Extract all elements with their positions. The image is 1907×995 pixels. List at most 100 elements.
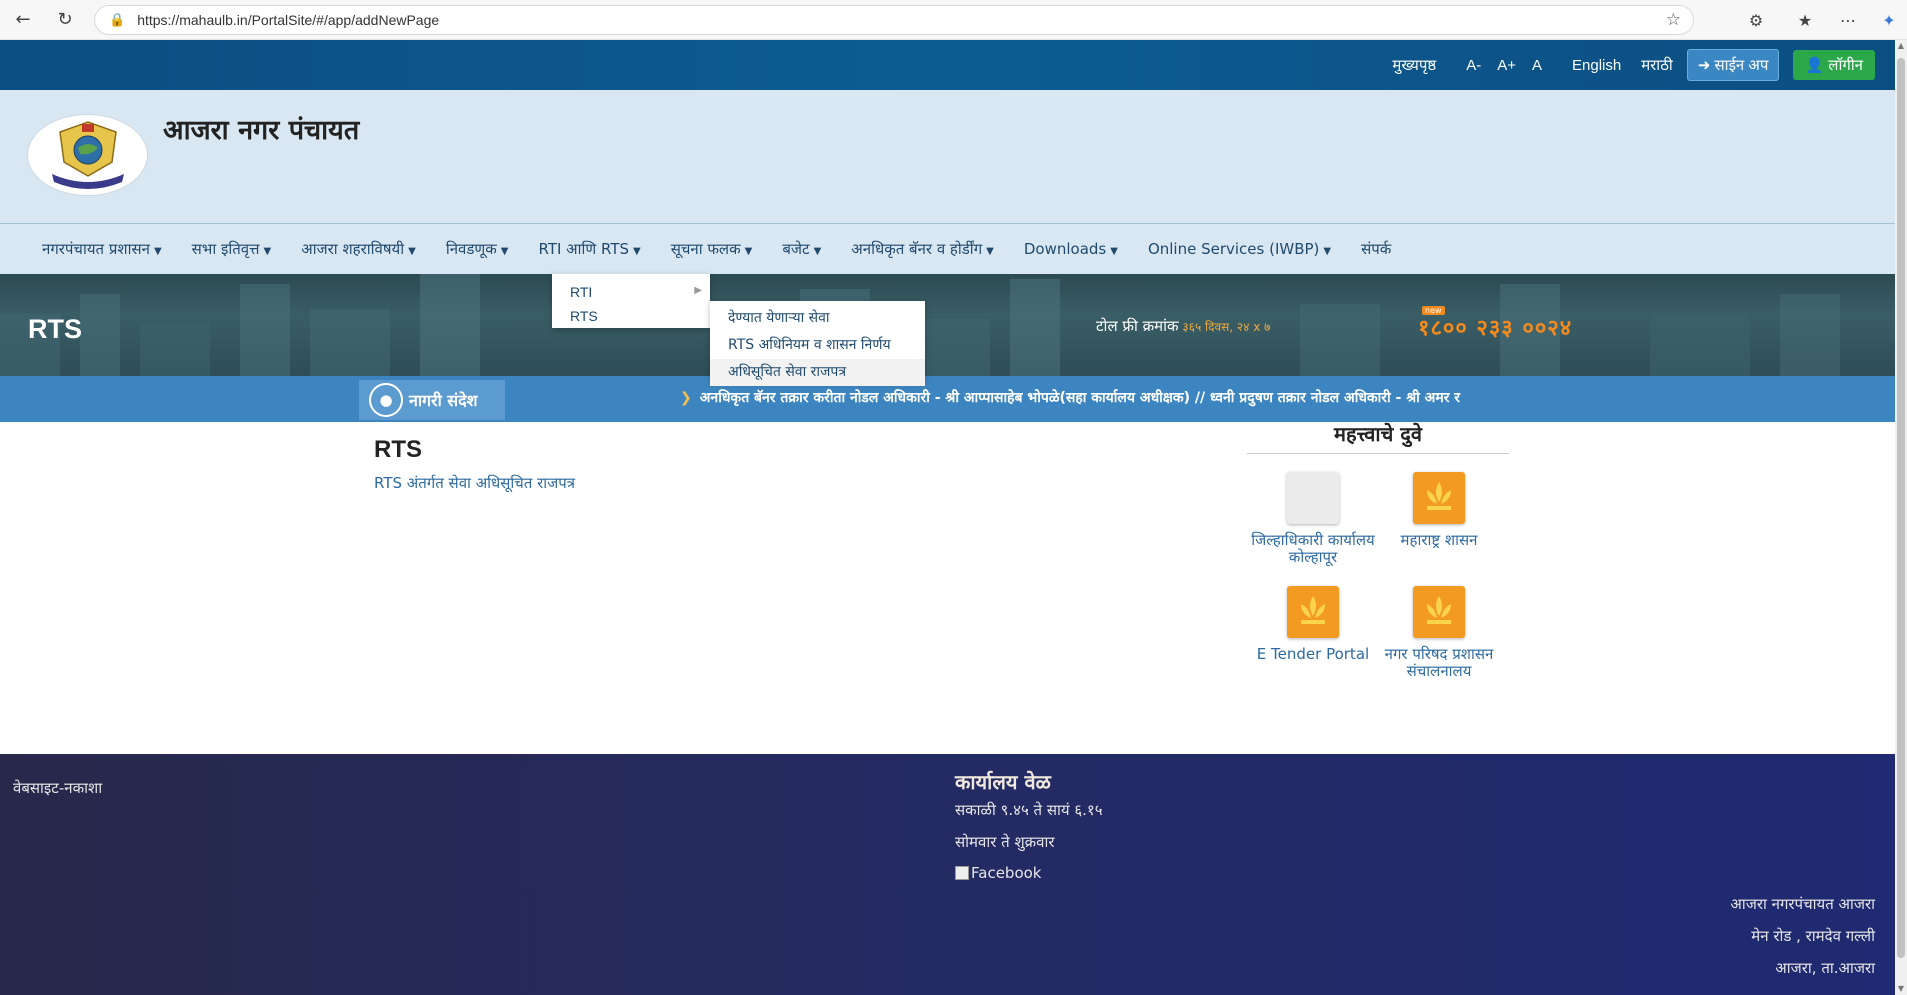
tile-label: जिल्हाधिकारी कार्यालय कोल्हापूर xyxy=(1251,531,1375,566)
directorate-emblem-icon xyxy=(1413,586,1465,638)
caret-down-icon: ▼ xyxy=(633,246,641,257)
office-hours-title: कार्यालय वेळ xyxy=(955,770,1051,794)
nav-online-services[interactable]: Online Services (IWBP) ▼ xyxy=(1148,240,1331,258)
facebook-label: Facebook xyxy=(971,864,1042,882)
gazette-link[interactable]: RTS अंतर्गत सेवा अधिसूचित राजपत्र xyxy=(374,473,575,493)
page-title: RTS xyxy=(374,436,422,463)
address-line: आजरा, ता.आजरा xyxy=(1775,959,1875,977)
caret-right-icon: ▶ xyxy=(694,285,702,296)
caret-down-icon: ▼ xyxy=(1323,246,1332,257)
english-link[interactable]: English xyxy=(1572,57,1621,74)
submenu-item-rts-act[interactable]: RTS अधिनियम व शासन निर्णय xyxy=(710,332,925,359)
main-navigation: नगरपंचायत प्रशासन ▼ सभा इतिवृत्त ▼ आजरा शह… xyxy=(0,224,1895,274)
back-icon[interactable]: ← xyxy=(10,7,36,33)
dropdown-label: RTS xyxy=(570,308,598,324)
scroll-up-icon[interactable]: ▲ xyxy=(1895,40,1907,52)
address-line: आजरा नगरपंचायत आजरा xyxy=(1730,895,1875,913)
caret-down-icon: ▼ xyxy=(1110,246,1118,257)
tile-label: नगर परिषद प्रशासन संचालनालय xyxy=(1384,645,1494,680)
nav-label: अनधिकृत बॅनर व होर्डींग xyxy=(851,240,983,258)
dropdown-item-rti[interactable]: RTI ▶ xyxy=(552,280,710,304)
address-line: मेन रोड , रामदेव गल्ली xyxy=(1751,927,1875,945)
favorite-star-icon[interactable]: ☆ xyxy=(1666,10,1681,30)
home-link[interactable]: मुख्यपृष्ठ xyxy=(1392,55,1436,75)
caret-down-icon: ▼ xyxy=(813,246,822,257)
scroll-down-icon[interactable]: ▼ xyxy=(1895,983,1907,995)
page-scrollbar[interactable]: ▲ ▼ xyxy=(1895,40,1907,995)
reload-icon[interactable]: ↻ xyxy=(52,7,78,33)
nav-banners-hoardings[interactable]: अनधिकृत बॅनर व होर्डींग ▼ xyxy=(851,239,994,259)
page-viewport: मुख्यपृष्ठ A- A+ A English मराठी ➜ साईन … xyxy=(0,40,1895,995)
nav-notice-board[interactable]: सूचना फलक ▼ xyxy=(671,239,753,259)
nav-elections[interactable]: निवडणूक ▼ xyxy=(446,239,509,259)
dropdown-label: RTI xyxy=(570,284,593,300)
page-banner: RTS टोल फ्री क्रमांक ३६५ दिवस, २४ x ७ new… xyxy=(0,274,1895,376)
marathi-link[interactable]: मराठी xyxy=(1641,55,1673,75)
submenu-item-gazette[interactable]: अधिसूचित सेवा राजपत्र xyxy=(710,359,925,386)
caret-down-icon: ▼ xyxy=(153,246,162,257)
link-municipal-directorate[interactable]: नगर परिषद प्रशासन संचालनालय xyxy=(1377,586,1501,680)
signin-arrow-icon: ➜ xyxy=(1697,57,1715,74)
facebook-link[interactable]: Facebook xyxy=(955,864,1041,882)
important-links: महत्त्वाचे दुवे जिल्हाधिकारी कार्यालय को… xyxy=(1247,420,1509,714)
tollfree-hours: ३६५ दिवस, २४ x ७ xyxy=(1182,320,1271,334)
banner-page-name: RTS xyxy=(28,314,82,344)
tile-label: महाराष्ट्र शासन xyxy=(1400,531,1478,549)
citizen-message-label-text: नागरी संदेश xyxy=(409,391,478,410)
nav-meeting-minutes[interactable]: सभा इतिवृत्त ▼ xyxy=(192,239,272,259)
login-button[interactable]: 👤 लॉगीन xyxy=(1793,50,1875,80)
sitemap-link[interactable]: वेबसाइट-नकाशा xyxy=(13,778,102,798)
link-maharashtra-govt[interactable]: महाराष्ट्र शासन xyxy=(1377,472,1501,549)
submenu-item-services[interactable]: देण्यात येणाऱ्या सेवा xyxy=(710,305,925,332)
nav-label: Online Services (IWBP) xyxy=(1147,240,1320,258)
url-text: https://mahaulb.in/PortalSite/#/app/addN… xyxy=(137,12,440,28)
scrollbar-thumb[interactable] xyxy=(1897,58,1905,958)
nav-administration[interactable]: नगरपंचायत प्रशासन ▼ xyxy=(42,239,162,259)
font-increase-link[interactable]: A+ xyxy=(1497,57,1516,74)
link-collector-office[interactable]: जिल्हाधिकारी कार्यालय कोल्हापूर xyxy=(1251,472,1375,566)
extensions-icon[interactable]: ⚙ xyxy=(1742,6,1770,34)
address-bar[interactable]: 🔒 https://mahaulb.in/PortalSite/#/app/ad… xyxy=(94,5,1694,35)
rts-submenu: देण्यात येणाऱ्या सेवा RTS अधिनियम व शासन… xyxy=(710,301,925,386)
city-skyline-image xyxy=(0,274,1840,376)
important-links-grid: जिल्हाधिकारी कार्यालय कोल्हापूर महाराष्ट… xyxy=(1247,454,1509,714)
link-e-tender[interactable]: E Tender Portal xyxy=(1251,586,1375,663)
copilot-icon[interactable]: ✦ xyxy=(1875,6,1903,34)
news-ticker[interactable]: ❯ अनधिकृत बॅनर तक्रार करीता नोडल अधिकारी … xyxy=(680,388,1522,407)
collector-office-image xyxy=(1287,472,1339,524)
nav-label: सभा इतिवृत्त xyxy=(191,240,260,258)
signup-button[interactable]: ➜ साईन अप xyxy=(1686,49,1780,81)
favorites-icon[interactable]: ★ xyxy=(1791,6,1819,34)
nav-rti-rts[interactable]: RTI आणि RTS ▼ xyxy=(538,239,640,259)
site-title[interactable]: आजरा नगर पंचायत xyxy=(163,110,359,147)
nav-about-city[interactable]: आजरा शहराविषयी ▼ xyxy=(301,239,416,259)
nav-label: आजरा शहराविषयी xyxy=(301,240,405,258)
user-icon: 👤 xyxy=(1805,57,1829,74)
rti-rts-dropdown: RTI ▶ RTS xyxy=(552,274,710,328)
municipal-logo[interactable] xyxy=(27,114,148,196)
tollfree-label: टोल फ्री क्रमांक ३६५ दिवस, २४ x ७ xyxy=(1096,316,1270,336)
site-header: आजरा नगर पंचायत xyxy=(0,90,1895,224)
dropdown-item-rts[interactable]: RTS xyxy=(552,304,710,328)
nav-label: RTI आणि RTS xyxy=(538,240,630,258)
ticker-text: अनधिकृत बॅनर तक्रार करीता नोडल अधिकारी -… xyxy=(699,390,1461,406)
font-reset-link[interactable]: A xyxy=(1532,57,1542,74)
caret-down-icon: ▼ xyxy=(986,246,994,257)
caret-down-icon: ▼ xyxy=(408,246,416,257)
more-menu-icon[interactable]: ⋯ xyxy=(1834,6,1862,34)
tollfree-number: १८०० २३३ ००२४ xyxy=(1418,316,1573,341)
maharashtra-emblem-icon xyxy=(1413,472,1465,524)
tollfree-label-text: टोल फ्री क्रमांक xyxy=(1096,317,1179,335)
nav-label: Downloads xyxy=(1023,240,1107,258)
chevron-right-icon: ❯ xyxy=(680,390,692,406)
font-decrease-link[interactable]: A- xyxy=(1466,57,1481,74)
lock-icon: 🔒 xyxy=(109,12,126,27)
nav-contact[interactable]: संपर्क xyxy=(1361,239,1391,259)
tender-emblem-icon xyxy=(1287,586,1339,638)
nav-budget[interactable]: बजेट ▼ xyxy=(782,239,821,259)
group-icon: ● xyxy=(369,383,403,417)
utility-bar: मुख्यपृष्ठ A- A+ A English मराठी ➜ साईन … xyxy=(0,40,1895,90)
important-links-title: महत्त्वाचे दुवे xyxy=(1247,420,1509,454)
citizen-message-label: ● नागरी संदेश xyxy=(359,380,505,420)
nav-downloads[interactable]: Downloads ▼ xyxy=(1024,240,1118,258)
